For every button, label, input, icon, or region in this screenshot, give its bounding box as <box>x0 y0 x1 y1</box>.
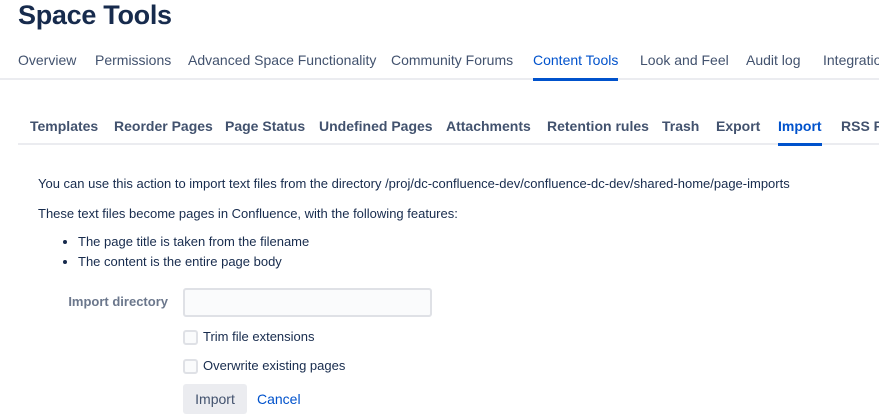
cancel-link[interactable]: Cancel <box>257 391 301 407</box>
tab-overview[interactable]: Overview <box>18 52 76 78</box>
trim-extensions-checkbox[interactable] <box>183 330 198 345</box>
features-list: The page title is taken from the filenam… <box>38 232 309 272</box>
tab-trash[interactable]: Trash <box>662 118 699 143</box>
page-title: Space Tools <box>18 0 172 30</box>
feature-item: The content is the entire page body <box>78 252 309 272</box>
tab-look-and-feel[interactable]: Look and Feel <box>640 52 729 78</box>
tab-rss-feeds[interactable]: RSS Feeds <box>841 118 879 143</box>
tab-advanced-space-functionality[interactable]: Advanced Space Functionality <box>188 52 376 78</box>
tab-page-status[interactable]: Page Status <box>225 118 305 143</box>
import-button[interactable]: Import <box>183 384 247 414</box>
tab-import[interactable]: Import <box>778 118 822 146</box>
tab-retention-rules[interactable]: Retention rules <box>547 118 649 143</box>
import-directory-input[interactable] <box>183 288 432 317</box>
import-directory-label: Import directory <box>68 294 168 309</box>
trim-extensions-label[interactable]: Trim file extensions <box>203 329 315 344</box>
content-tools-tabs: Templates Reorder Pages Page Status Unde… <box>18 116 879 146</box>
tab-community-forums[interactable]: Community Forums <box>391 52 513 78</box>
tab-undefined-pages[interactable]: Undefined Pages <box>319 118 433 143</box>
tab-integrations[interactable]: Integrations <box>823 52 879 78</box>
overwrite-pages-checkbox[interactable] <box>183 359 198 374</box>
tab-content-tools[interactable]: Content Tools <box>533 52 619 81</box>
tab-templates[interactable]: Templates <box>30 118 98 143</box>
features-intro: These text files become pages in Conflue… <box>38 206 458 221</box>
tab-reorder-pages[interactable]: Reorder Pages <box>114 118 213 143</box>
space-tools-tabs: Overview Permissions Advanced Space Func… <box>0 50 879 81</box>
tab-export[interactable]: Export <box>716 118 760 143</box>
intro-text: You can use this action to import text f… <box>38 176 790 191</box>
feature-item: The page title is taken from the filenam… <box>78 232 309 252</box>
tab-attachments[interactable]: Attachments <box>446 118 531 143</box>
tab-audit-log[interactable]: Audit log <box>746 52 800 78</box>
tab-permissions[interactable]: Permissions <box>95 52 171 78</box>
overwrite-pages-label[interactable]: Overwrite existing pages <box>203 358 345 373</box>
